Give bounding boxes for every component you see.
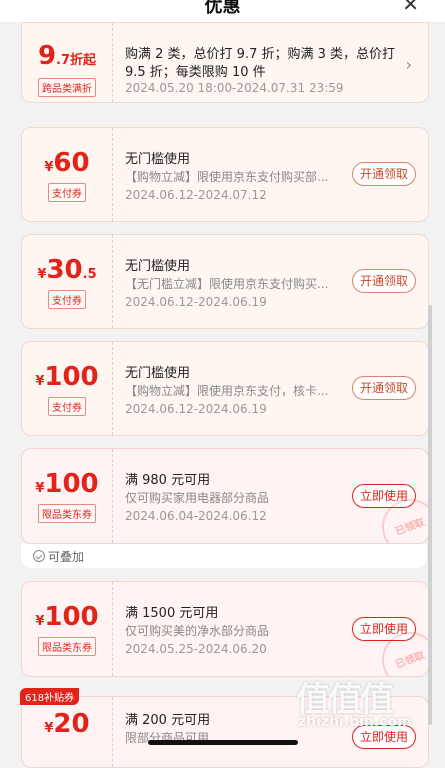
coupon-amount: ¥30.5 — [37, 255, 97, 285]
coupon-condition: 无门槛使用 — [125, 366, 191, 381]
coupon-card: ¥100 支付券 无门槛使用 【购物立减】限使用京东支付，核卡... 2024.… — [21, 341, 429, 436]
coupon-validity: 2024.05.25-2024.06.20 — [125, 642, 267, 656]
claim-button[interactable]: 开通领取 — [352, 376, 416, 400]
page-title: 优惠 — [204, 0, 241, 17]
header-bar: 优惠 ✕ — [0, 0, 445, 22]
coupon-type-tag: 支付券 — [48, 290, 86, 309]
coupon-rule-line2: 9.5 折；每类限购 10 件 — [125, 65, 266, 80]
coupon-card: ¥100 限品类东券 满 1500 元可用 仅可购买美的净水部分商品 2024.… — [21, 581, 429, 677]
coupon-validity: 2024.05.20 18:00-2024.07.31 23:59 — [125, 81, 344, 95]
coupon-value-area: ¥100 限品类东券 — [22, 449, 113, 543]
coupon-type-tag: 支付券 — [48, 183, 86, 202]
coupon-card: ¥100 限品类东券 满 980 元可用 仅可购买家用电器部分商品 2024.0… — [21, 448, 429, 544]
coupon-type-tag: 支付券 — [48, 397, 86, 416]
coupon-amount: ¥100 — [35, 602, 99, 632]
coupon-condition: 无门槛使用 — [125, 259, 191, 274]
use-now-button[interactable]: 立即使用 — [352, 725, 416, 749]
coupon-description: 【购物立减】限使用京东支付购买部... — [125, 170, 329, 184]
coupon-validity: 2024.06.12-2024.06.19 — [125, 295, 267, 309]
coupon-type-tag: 限品类东券 — [38, 504, 96, 523]
coupon-card: ¥30.5 支付券 无门槛使用 【无门槛立减】限使用京东支付购买... 2024… — [21, 234, 429, 329]
scrollbar[interactable] — [428, 305, 432, 725]
coupon-amount: ¥60 — [44, 148, 90, 178]
close-icon[interactable]: ✕ — [402, 0, 419, 16]
stackable-note: 可叠加 — [21, 544, 427, 568]
coupon-card: ¥60 支付券 无门槛使用 【购物立减】限使用京东支付购买部... 2024.0… — [21, 127, 429, 222]
coupon-amount: 9.7折起 — [37, 41, 97, 71]
coupon-value-area: ¥20 — [22, 697, 113, 767]
coupon-description: 仅可购买美的净水部分商品 — [125, 624, 270, 638]
coupon-validity: 2024.06.12-2024.07.12 — [125, 188, 267, 202]
coupon-type-tag: 限品类东券 — [38, 637, 96, 656]
coupon-value-area: ¥60 支付券 — [22, 128, 113, 221]
coupon-rule-line1: 购满 2 类，总价打 9.7 折；购满 3 类，总价打 — [125, 47, 396, 62]
stackable-row: 可叠加 — [33, 548, 84, 565]
coupon-validity: 2024.06.12-2024.06.19 — [125, 402, 267, 416]
coupon-condition: 满 1500 元可用 — [125, 606, 219, 621]
claim-button[interactable]: 开通领取 — [352, 162, 416, 186]
home-indicator[interactable] — [148, 740, 298, 745]
coupon-description: 【无门槛立减】限使用京东支付购买... — [125, 277, 329, 291]
chevron-right-icon[interactable]: › — [406, 55, 412, 74]
subsidy-badge: 618补贴券 — [20, 688, 80, 705]
coupon-card-cross-category[interactable]: 9.7折起 跨品类满折 购满 2 类，总价打 9.7 折；购满 3 类，总价打 … — [21, 22, 429, 103]
coupon-description: 仅可购买家用电器部分商品 — [125, 491, 270, 505]
coupon-card: ¥20 满 200 元可用 限部分商品可用 立即使用 — [21, 696, 429, 768]
coupon-validity: 2024.06.04-2024.06.12 — [125, 509, 267, 523]
stackable-label: 可叠加 — [48, 550, 85, 564]
coupon-condition: 满 200 元可用 — [125, 713, 211, 728]
coupon-description: 【购物立减】限使用京东支付，核卡... — [125, 384, 329, 398]
coupon-value-area: ¥100 限品类东券 — [22, 582, 113, 676]
coupon-amount: ¥20 — [44, 709, 90, 739]
coupon-type-tag: 跨品类满折 — [38, 78, 96, 97]
coupon-amount: ¥100 — [35, 362, 99, 392]
claim-button[interactable]: 开通领取 — [352, 269, 416, 293]
coupon-value-area: ¥30.5 支付券 — [22, 235, 113, 328]
check-circle-icon — [33, 550, 45, 562]
coupon-amount: ¥100 — [35, 469, 99, 499]
coupon-value-area: 9.7折起 跨品类满折 — [22, 23, 113, 102]
coupon-value-area: ¥100 支付券 — [22, 342, 113, 435]
coupon-condition: 无门槛使用 — [125, 152, 191, 167]
coupon-condition: 满 980 元可用 — [125, 473, 211, 488]
